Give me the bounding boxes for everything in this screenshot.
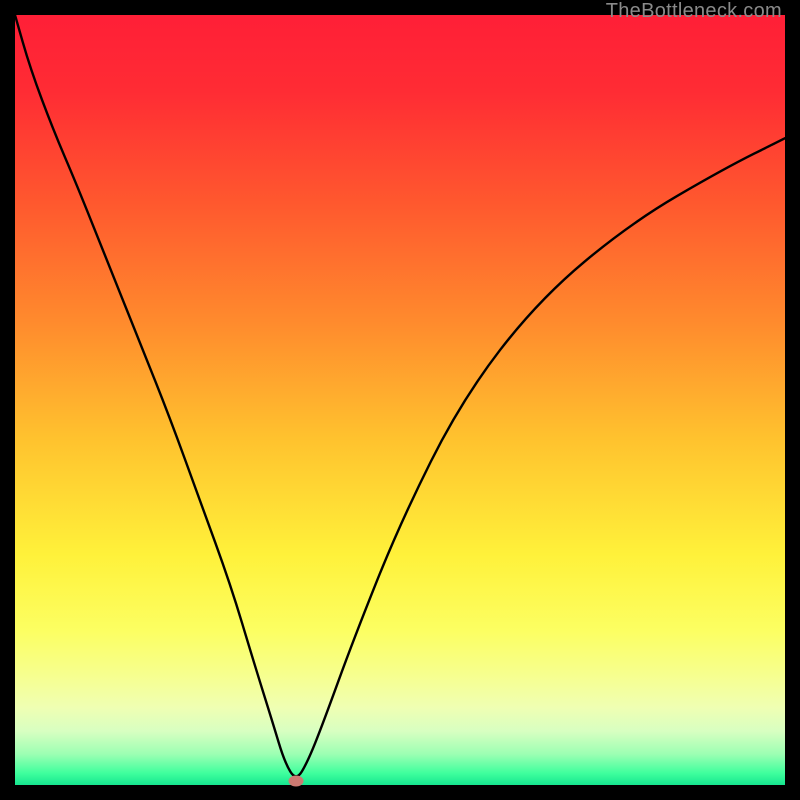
minimum-marker — [289, 776, 304, 787]
chart-frame — [15, 15, 785, 785]
watermark-text: TheBottleneck.com — [606, 0, 782, 23]
bottleneck-curve — [15, 15, 785, 785]
